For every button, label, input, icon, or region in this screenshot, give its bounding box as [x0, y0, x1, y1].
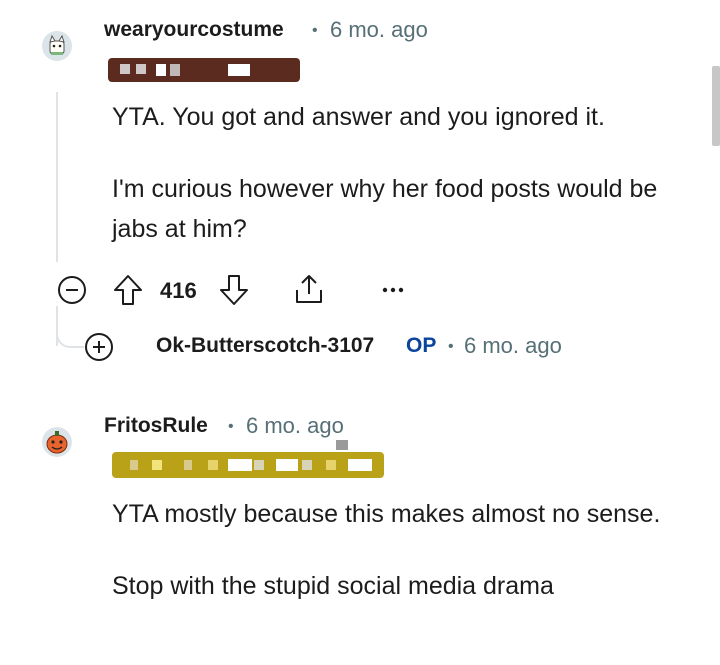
more-dots-icon[interactable] [382, 282, 404, 300]
plus-circle-icon[interactable] [84, 332, 114, 367]
reply-timestamp: 6 mo. ago [464, 333, 562, 358]
scrollbar[interactable] [712, 66, 720, 146]
share-icon[interactable] [292, 272, 326, 311]
meta-separator: • [228, 418, 234, 435]
meta-separator: • [312, 22, 318, 39]
comment-paragraph: Stop with the stupid social media drama [112, 572, 554, 600]
op-badge: OP [406, 334, 437, 357]
minus-circle-icon[interactable] [57, 275, 87, 310]
meta-separator: • [448, 338, 454, 355]
reply-username[interactable]: Ok-Butterscotch-3107 [156, 334, 374, 358]
comment-timestamp: 6 mo. ago [246, 413, 344, 438]
comment-paragraph: YTA mostly because this makes almost no … [112, 500, 661, 528]
upvote-arrow-icon[interactable] [112, 273, 144, 312]
user-flair [108, 58, 300, 82]
vote-score: 416 [160, 278, 197, 303]
user-flair [112, 440, 384, 478]
reply-connector-curve [56, 316, 84, 348]
comment-username[interactable]: wearyourcostume [104, 18, 284, 42]
comment-body: YTA mostly because this makes almost no … [112, 494, 692, 606]
cat-avatar-icon[interactable] [42, 31, 72, 61]
thread-line[interactable] [56, 92, 58, 262]
comment-paragraph: I'm curious however why her food posts w… [112, 175, 658, 243]
pumpkin-avatar-icon[interactable] [42, 427, 72, 457]
comment-timestamp: 6 mo. ago [330, 17, 428, 42]
comment-body: YTA. You got and answer and you ignored … [112, 97, 692, 249]
comment-paragraph: YTA. You got and answer and you ignored … [112, 103, 605, 131]
downvote-arrow-icon[interactable] [218, 273, 250, 312]
comment-username[interactable]: FritosRule [104, 414, 208, 438]
